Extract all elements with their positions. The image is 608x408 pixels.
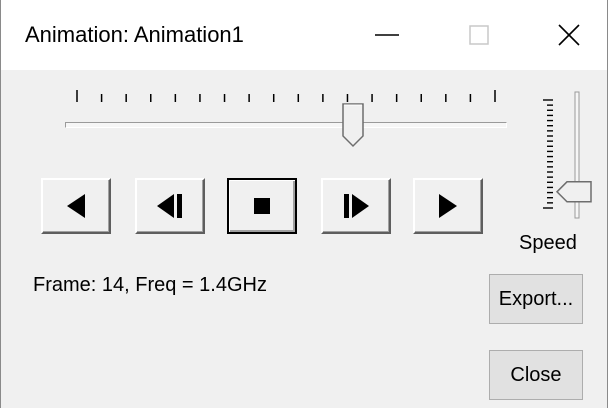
- animation-dialog: Animation: Animation1 Speed Frame: 14, F…: [0, 0, 608, 408]
- play-reverse-button[interactable]: [41, 178, 111, 234]
- step-back-icon: [157, 194, 182, 218]
- maximize-icon: [469, 25, 489, 45]
- play-icon: [439, 194, 457, 218]
- step-forward-icon: [344, 194, 369, 218]
- play-reverse-icon: [67, 194, 85, 218]
- minimize-icon: [375, 34, 399, 36]
- window-title: Animation: Animation1: [25, 22, 244, 47]
- frame-slider-thumb[interactable]: [341, 102, 365, 148]
- close-button[interactable]: Close: [489, 350, 583, 400]
- title-bar[interactable]: Animation: Animation1: [1, 0, 607, 70]
- frame-slider-track[interactable]: [65, 122, 507, 128]
- frame-slider-ticks: [76, 90, 496, 102]
- maximize-button: [433, 0, 525, 70]
- step-back-button[interactable]: [135, 178, 205, 234]
- step-forward-button[interactable]: [321, 178, 391, 234]
- play-button[interactable]: [413, 178, 483, 234]
- export-button[interactable]: Export...: [489, 274, 583, 324]
- frame-status: Frame: 14, Freq = 1.4GHz: [33, 274, 267, 296]
- stop-button[interactable]: [227, 178, 297, 234]
- frame-slider[interactable]: [61, 88, 511, 148]
- speed-slider-thumb[interactable]: [555, 181, 592, 203]
- stop-icon: [254, 198, 270, 214]
- close-icon: [558, 24, 580, 46]
- minimize-button[interactable]: [341, 0, 433, 70]
- close-window-button[interactable]: [523, 0, 608, 70]
- speed-label: Speed: [519, 232, 577, 254]
- speed-slider[interactable]: [533, 88, 593, 228]
